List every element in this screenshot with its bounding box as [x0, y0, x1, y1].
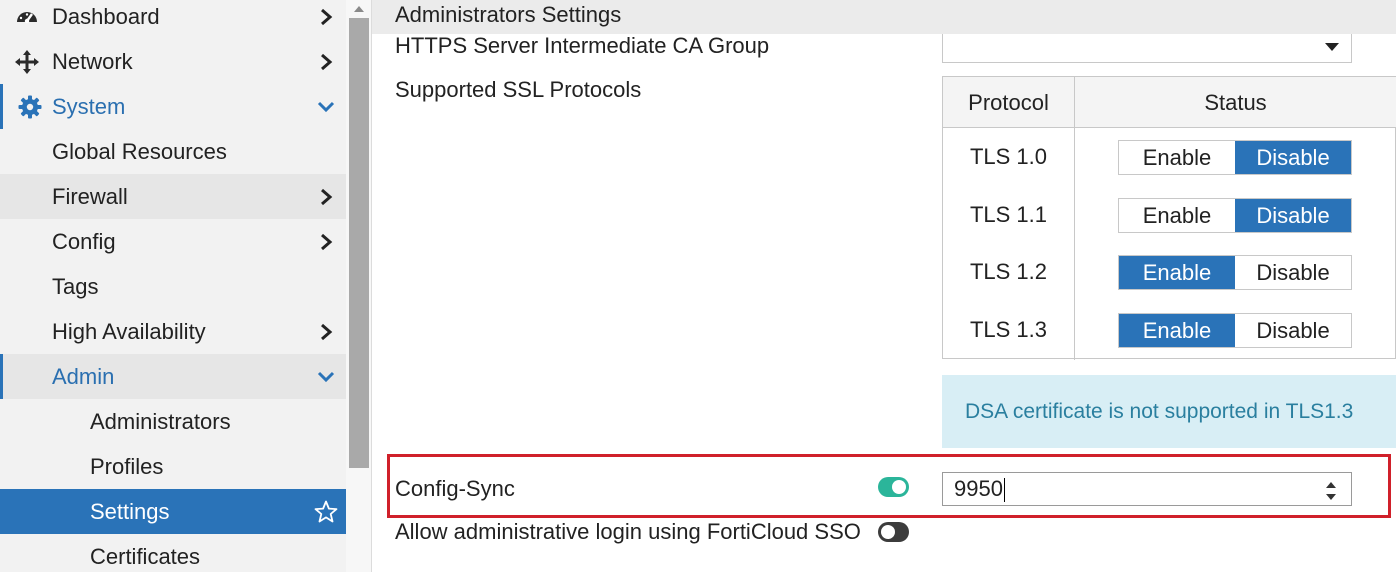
protocol-name: TLS 1.2: [969, 259, 1048, 284]
sidebar-item-label: Config: [52, 228, 116, 254]
tls13-enable-button[interactable]: Enable: [1119, 314, 1235, 347]
sidebar: Dashboard Network System Global Resource…: [0, 0, 346, 572]
sidebar-item-label: Settings: [90, 498, 170, 524]
tls12-status-toggle: Enable Disable: [1118, 255, 1352, 290]
sidebar-item-label: Network: [52, 48, 133, 74]
tls13-disable-button[interactable]: Disable: [1235, 314, 1351, 347]
section-title: Administrators Settings: [372, 0, 1396, 34]
ca-group-label: HTTPS Server Intermediate CA Group: [395, 33, 770, 58]
tls10-enable-button[interactable]: Enable: [1119, 141, 1235, 174]
main-content: Administrators Settings HTTPS Server Int…: [372, 0, 1396, 572]
scrollbar-thumb[interactable]: [349, 18, 369, 468]
table-header: Protocol Status: [943, 77, 1396, 128]
sidebar-scrollbar[interactable]: [346, 0, 372, 572]
forticloud-sso-label: Allow administrative login using FortiCl…: [395, 519, 861, 544]
ca-group-select[interactable]: [942, 34, 1352, 63]
sidebar-item-label: Profiles: [90, 453, 164, 479]
dropdown-arrow-icon: [1325, 43, 1339, 51]
config-sync-toggle[interactable]: [878, 477, 909, 497]
chevron-down-icon: [314, 365, 338, 389]
sidebar-item-system[interactable]: System: [0, 84, 346, 129]
sidebar-item-tags[interactable]: Tags: [0, 264, 346, 309]
star-icon[interactable]: [312, 498, 340, 526]
chevron-down-icon: [314, 95, 338, 119]
tls10-disable-button[interactable]: Disable: [1235, 141, 1351, 174]
scroll-up-arrow-icon[interactable]: [351, 2, 367, 14]
sidebar-item-label: Global Resources: [52, 138, 227, 164]
sidebar-item-admin[interactable]: Admin: [0, 354, 346, 399]
table-row: TLS 1.3 Enable Disable: [943, 301, 1396, 359]
tls12-disable-button[interactable]: Disable: [1235, 256, 1351, 289]
config-sync-port-input[interactable]: 9950: [942, 472, 1352, 506]
table-row: TLS 1.2 Enable Disable: [943, 243, 1396, 301]
protocol-name: TLS 1.1: [969, 202, 1048, 227]
tls11-disable-button[interactable]: Disable: [1235, 199, 1351, 232]
tls13-status-toggle: Enable Disable: [1118, 313, 1352, 348]
chevron-right-icon: [314, 320, 338, 344]
table-row: TLS 1.1 Enable Disable: [943, 186, 1396, 244]
column-header-protocol: Protocol: [968, 90, 1049, 115]
table-row: TLS 1.0 Enable Disable: [943, 128, 1396, 186]
port-value: 9950: [954, 476, 1003, 501]
dsa-certificate-notice: DSA certificate is not supported in TLS1…: [942, 375, 1396, 448]
sidebar-item-label: Certificates: [90, 543, 201, 569]
sidebar-item-label: Tags: [52, 273, 99, 299]
sidebar-item-label: Administrators: [90, 408, 231, 434]
move-arrows-icon: [14, 49, 40, 75]
ssl-protocols-label: Supported SSL Protocols: [395, 77, 642, 102]
tls11-enable-button[interactable]: Enable: [1119, 199, 1235, 232]
chevron-right-icon: [314, 50, 338, 74]
forticloud-sso-toggle[interactable]: [878, 522, 909, 542]
tls10-status-toggle: Enable Disable: [1118, 140, 1352, 175]
sidebar-item-config[interactable]: Config: [0, 219, 346, 264]
sidebar-item-label: Admin: [52, 363, 115, 389]
sidebar-item-certificates[interactable]: Certificates: [0, 534, 346, 572]
chevron-right-icon: [314, 185, 338, 209]
ssl-protocols-table: Protocol Status TLS 1.0 Enable Disable T…: [942, 76, 1396, 360]
text-caret: [1003, 478, 1005, 503]
chevron-right-icon: [314, 5, 338, 29]
tls11-status-toggle: Enable Disable: [1118, 198, 1352, 233]
sidebar-item-profiles[interactable]: Profiles: [0, 444, 346, 489]
dashboard-icon: [14, 4, 40, 30]
column-header-status: Status: [1204, 90, 1267, 115]
protocol-name: TLS 1.3: [969, 317, 1048, 342]
toggle-knob: [881, 525, 895, 539]
gear-icon: [17, 94, 43, 120]
tls12-enable-button[interactable]: Enable: [1119, 256, 1235, 289]
sidebar-item-high-availability[interactable]: High Availability: [0, 309, 346, 354]
sidebar-item-dashboard[interactable]: Dashboard: [0, 0, 346, 39]
toggle-knob: [892, 480, 906, 494]
sidebar-item-label: System: [52, 93, 126, 119]
sidebar-item-firewall[interactable]: Firewall: [0, 174, 346, 219]
sidebar-item-label: Firewall: [52, 183, 128, 209]
sidebar-item-label: High Availability: [52, 318, 206, 344]
sidebar-item-administrators[interactable]: Administrators: [0, 399, 346, 444]
sidebar-item-label: Dashboard: [52, 3, 160, 29]
sidebar-item-network[interactable]: Network: [0, 39, 346, 84]
config-sync-label: Config-Sync: [395, 476, 515, 501]
sidebar-item-global-resources[interactable]: Global Resources: [0, 129, 346, 174]
sidebar-item-settings[interactable]: Settings: [0, 489, 346, 534]
chevron-right-icon: [314, 230, 338, 254]
protocol-name: TLS 1.0: [969, 144, 1048, 169]
number-stepper-icon[interactable]: [1325, 479, 1337, 501]
